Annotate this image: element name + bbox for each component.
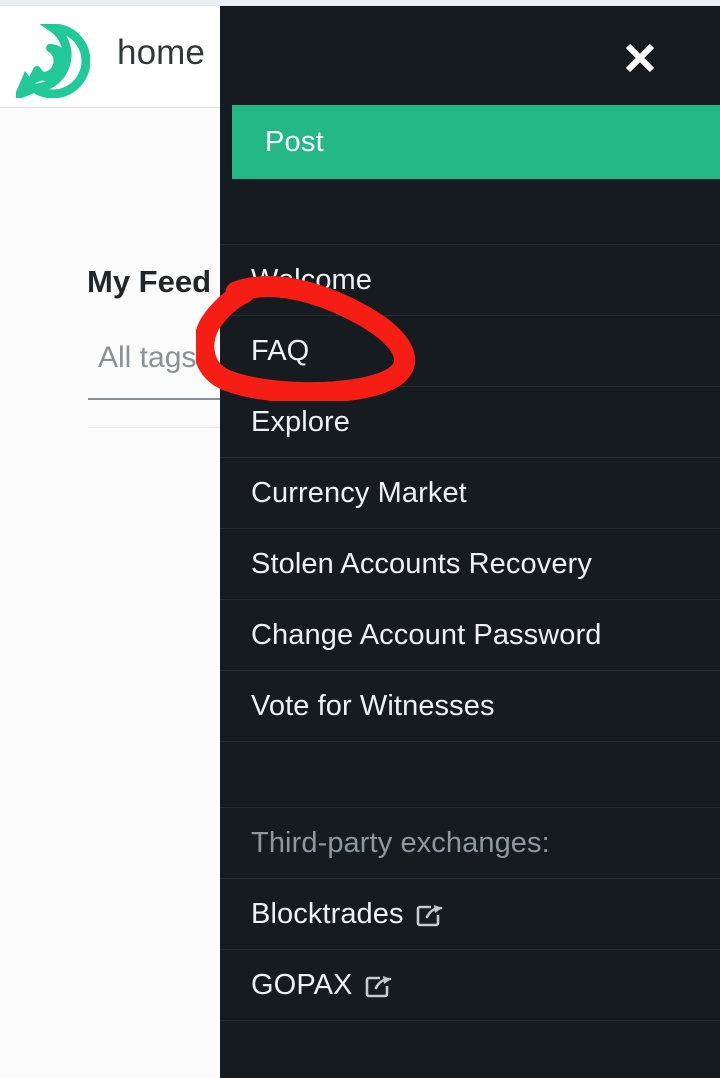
post-button-label: Post bbox=[265, 125, 324, 158]
menu-item-change-account-password[interactable]: Change Account Password bbox=[220, 600, 720, 671]
content-divider bbox=[88, 427, 233, 428]
menu-list: Welcome FAQ Explore Currency Market Stol… bbox=[220, 179, 720, 1021]
close-icon[interactable] bbox=[616, 34, 664, 82]
menu-item-label: Welcome bbox=[251, 263, 373, 296]
menu-item-label: Vote for Witnesses bbox=[251, 689, 495, 722]
menu-item-blocktrades[interactable]: Blocktrades bbox=[220, 879, 720, 950]
menu-top-spacer bbox=[220, 179, 720, 245]
section-heading-label: Third-party exchanges: bbox=[251, 826, 550, 859]
menu-item-faq[interactable]: FAQ bbox=[220, 316, 720, 387]
menu-mid-spacer bbox=[220, 742, 720, 808]
feed-heading: My Feed bbox=[87, 264, 212, 299]
menu-item-label: GOPAX bbox=[251, 968, 353, 1001]
screenshot-root: home My Feed All tags Post Welcome FAQ E… bbox=[0, 0, 720, 1078]
menu-item-stolen-accounts-recovery[interactable]: Stolen Accounts Recovery bbox=[220, 529, 720, 600]
steemit-chat-bubble-logo-icon[interactable] bbox=[11, 23, 91, 103]
menu-item-label: FAQ bbox=[251, 334, 310, 367]
menu-item-label: Stolen Accounts Recovery bbox=[251, 547, 592, 580]
menu-item-gopax[interactable]: GOPAX bbox=[220, 950, 720, 1021]
menu-item-label: Blocktrades bbox=[251, 897, 404, 930]
menu-item-label: Change Account Password bbox=[251, 618, 602, 651]
tag-filter-underline bbox=[88, 398, 233, 400]
menu-item-explore[interactable]: Explore bbox=[220, 387, 720, 458]
slide-out-menu-panel: Post Welcome FAQ Explore Currency Market… bbox=[220, 6, 720, 1078]
menu-item-label: Explore bbox=[251, 405, 351, 438]
external-link-icon bbox=[416, 903, 444, 929]
tag-filter-select[interactable]: All tags bbox=[98, 341, 196, 375]
menu-item-label: Currency Market bbox=[251, 476, 467, 509]
menu-item-welcome[interactable]: Welcome bbox=[220, 245, 720, 316]
post-button[interactable]: Post bbox=[232, 105, 720, 179]
external-link-icon bbox=[365, 974, 393, 1000]
menu-item-vote-for-witnesses[interactable]: Vote for Witnesses bbox=[220, 671, 720, 742]
menu-item-currency-market[interactable]: Currency Market bbox=[220, 458, 720, 529]
page-title[interactable]: home bbox=[117, 33, 205, 73]
third-party-exchanges-heading: Third-party exchanges: bbox=[220, 808, 720, 879]
